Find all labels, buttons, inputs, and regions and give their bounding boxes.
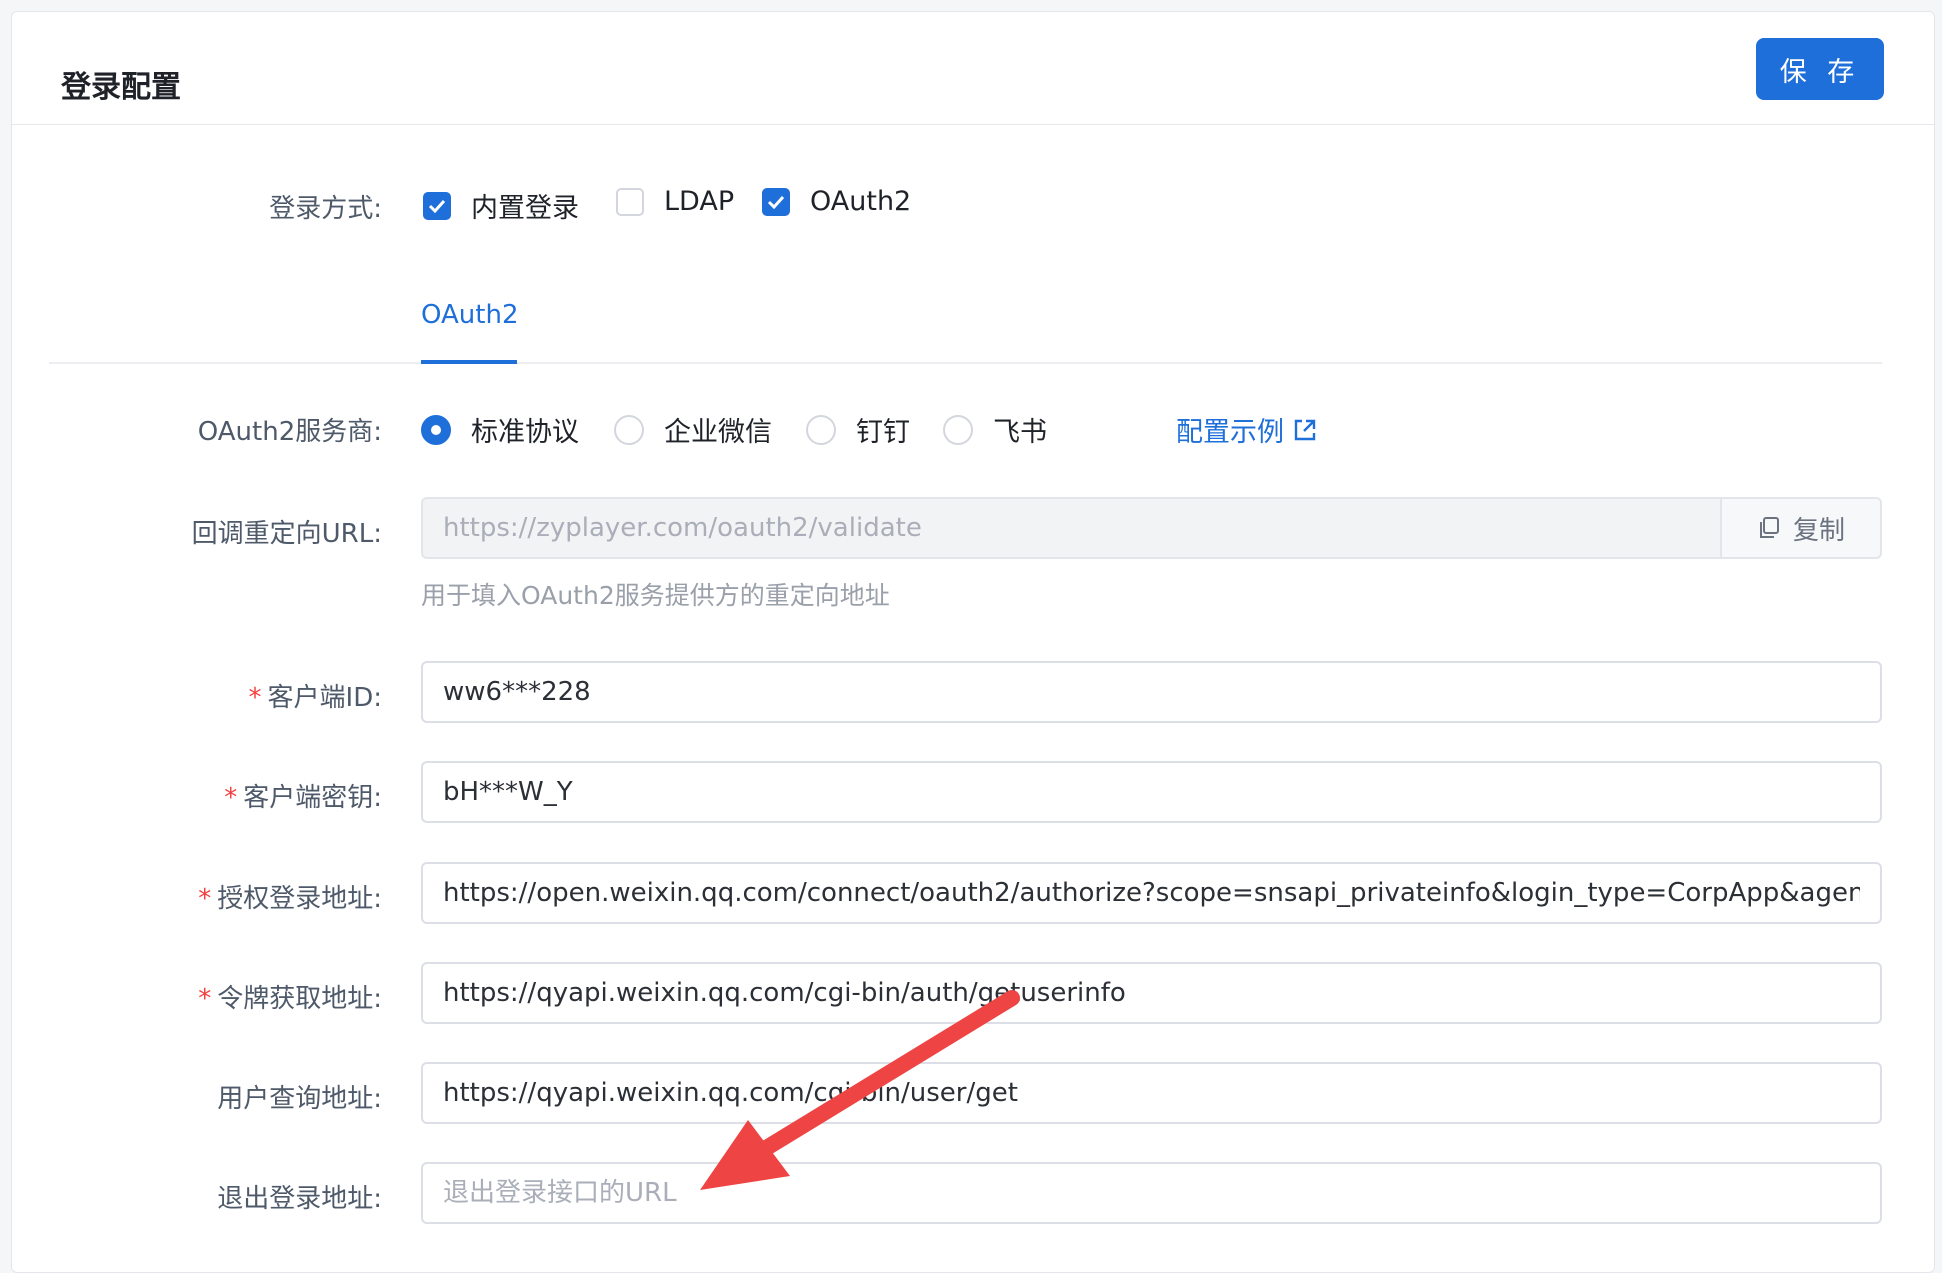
radio-label: 标准协议 bbox=[471, 417, 579, 448]
config-example-label[interactable]: 配置示例 bbox=[1176, 410, 1284, 449]
client-id-label-text: 客户端ID: bbox=[267, 683, 382, 713]
client-secret-input[interactable] bbox=[423, 763, 1880, 821]
user-url-input[interactable] bbox=[423, 1064, 1880, 1122]
radio-unselected-icon[interactable] bbox=[614, 414, 644, 445]
checkbox-label: LDAP bbox=[664, 186, 735, 217]
token-url-label: * 令牌获取地址: bbox=[100, 978, 382, 1015]
required-mark: * bbox=[198, 984, 212, 1014]
radio-label: 飞书 bbox=[993, 417, 1047, 448]
tab-oauth2[interactable]: OAuth2 bbox=[421, 300, 519, 330]
required-mark: * bbox=[224, 783, 238, 813]
radio-selected-icon[interactable] bbox=[421, 414, 451, 445]
radio-label: 钉钉 bbox=[856, 417, 910, 448]
radio-feishu[interactable]: 飞书 bbox=[943, 410, 1047, 449]
callback-url-label: 回调重定向URL: bbox=[191, 519, 382, 549]
logout-url-field[interactable] bbox=[421, 1162, 1882, 1224]
token-url-label-text: 令牌获取地址: bbox=[217, 984, 382, 1014]
checkbox-label: OAuth2 bbox=[810, 186, 912, 217]
callback-help-text: 用于填入OAuth2服务提供方的重定向地址 bbox=[421, 581, 890, 610]
client-id-input[interactable] bbox=[423, 663, 1880, 721]
radio-standard-protocol[interactable]: 标准协议 bbox=[421, 410, 579, 449]
user-url-field[interactable] bbox=[421, 1062, 1882, 1124]
auth-url-input[interactable] bbox=[423, 864, 1880, 922]
checkbox-oauth2[interactable]: OAuth2 bbox=[762, 186, 911, 217]
checkbox-unchecked-icon[interactable] bbox=[616, 187, 644, 216]
card-header: 登录配置 保 存 bbox=[12, 12, 1934, 125]
radio-unselected-icon[interactable] bbox=[943, 414, 973, 445]
page-title: 登录配置 bbox=[61, 70, 181, 105]
client-secret-field[interactable] bbox=[421, 761, 1882, 823]
copy-label[interactable]: 复制 bbox=[1793, 510, 1845, 547]
auth-url-field[interactable] bbox=[421, 862, 1882, 924]
checkbox-checked-icon[interactable] bbox=[762, 187, 790, 216]
radio-wecom[interactable]: 企业微信 bbox=[614, 410, 772, 449]
provider-label: OAuth2服务商: bbox=[197, 417, 382, 447]
logout-url-input[interactable] bbox=[423, 1164, 1880, 1222]
tabs-divider bbox=[49, 362, 1882, 364]
radio-unselected-icon[interactable] bbox=[806, 414, 836, 445]
checkbox-label: 内置登录 bbox=[471, 193, 579, 224]
client-id-label: * 客户端ID: bbox=[100, 677, 382, 714]
save-button[interactable]: 保 存 bbox=[1756, 38, 1884, 100]
callback-url-field: 复制 bbox=[421, 497, 1882, 559]
required-mark: * bbox=[248, 683, 262, 713]
radio-dingtalk[interactable]: 钉钉 bbox=[806, 410, 910, 449]
auth-url-label: * 授权登录地址: bbox=[100, 878, 382, 915]
required-mark: * bbox=[198, 884, 212, 914]
config-example-link[interactable]: 配置示例 bbox=[1176, 410, 1318, 449]
logout-url-label: 退出登录地址: bbox=[217, 1184, 382, 1214]
auth-url-label-text: 授权登录地址: bbox=[217, 884, 382, 914]
token-url-input[interactable] bbox=[423, 964, 1880, 1022]
checkbox-builtin-login[interactable]: 内置登录 bbox=[423, 186, 579, 225]
radio-label: 企业微信 bbox=[664, 417, 772, 448]
client-id-field[interactable] bbox=[421, 661, 1882, 723]
client-secret-label-text: 客户端密钥: bbox=[243, 783, 382, 813]
user-url-label: 用户查询地址: bbox=[217, 1084, 382, 1114]
external-link-icon bbox=[1294, 419, 1316, 440]
active-tab-indicator bbox=[421, 360, 517, 364]
token-url-field[interactable] bbox=[421, 962, 1882, 1024]
checkbox-checked-icon[interactable] bbox=[423, 191, 451, 220]
checkbox-ldap[interactable]: LDAP bbox=[616, 186, 734, 217]
copy-icon bbox=[1759, 517, 1779, 538]
login-methods-label: 登录方式: bbox=[269, 194, 382, 224]
callback-url-input bbox=[423, 499, 1723, 557]
copy-button[interactable]: 复制 bbox=[1720, 499, 1880, 557]
client-secret-label: * 客户端密钥: bbox=[100, 777, 382, 814]
